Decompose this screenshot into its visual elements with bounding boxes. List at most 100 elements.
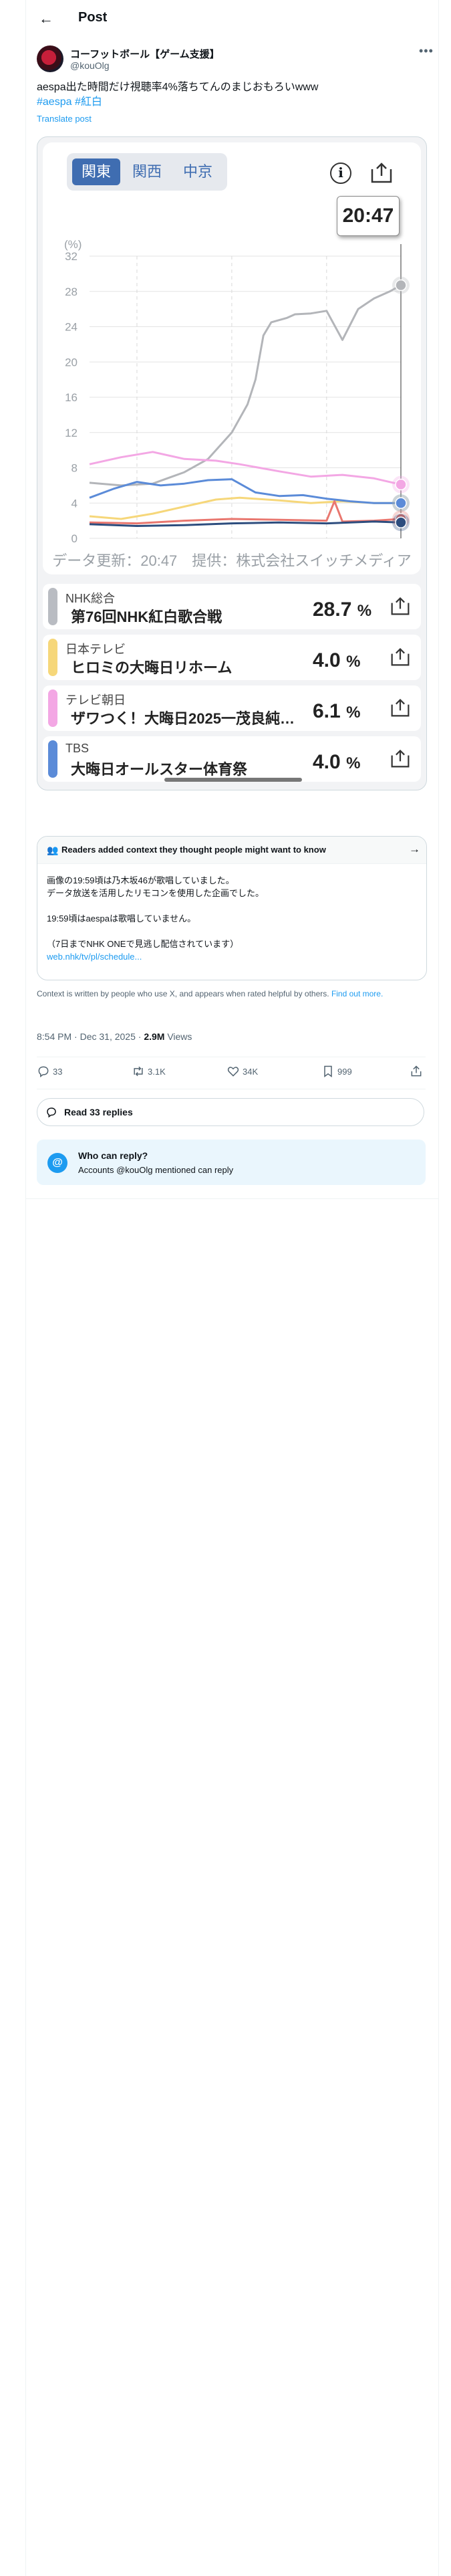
retweet-count: 3.1K xyxy=(148,1066,166,1077)
tab-chukyo[interactable]: 中京 xyxy=(174,158,222,185)
rating-number: 28.7 xyxy=(313,599,352,621)
like-count: 34K xyxy=(243,1066,259,1077)
chart-card: 関東 関西 中京 i 048121620242832(%)18:0019:002… xyxy=(43,142,421,574)
note-header[interactable]: 👥 Readers added context they thought peo… xyxy=(37,837,426,864)
rating-unit: % xyxy=(346,704,361,722)
program-row[interactable]: 日本テレビ ヒロミの大晦日リホーム 4.0 % xyxy=(43,635,421,680)
channel-name: 日本テレビ xyxy=(65,643,126,656)
share-icon[interactable] xyxy=(390,697,410,718)
y-tick-label: 20 xyxy=(65,356,78,368)
chat-bubble-icon xyxy=(45,1106,57,1121)
who-can-reply-subtitle: Accounts @kouOlg mentioned can reply xyxy=(78,1165,234,1175)
share-icon[interactable] xyxy=(370,161,393,184)
post-meta: 8:54 PM · Dec 31, 2025 · 2.9M Views xyxy=(37,1031,192,1042)
share-icon[interactable] xyxy=(390,748,410,768)
tweet-body: aespa出た時間だけ視聴率4%落ちてんのまじおもろいwww xyxy=(37,82,319,93)
share-icon[interactable] xyxy=(390,647,410,667)
channel-color-bar xyxy=(48,740,57,778)
series-line xyxy=(89,478,401,504)
reply-count: 33 xyxy=(53,1066,63,1077)
share-icon[interactable] xyxy=(390,596,410,616)
data-credit: データ更新：20:47 提供：株式会社スイッチメディア xyxy=(52,552,412,569)
y-tick-label: 0 xyxy=(71,532,78,544)
series-end-marker xyxy=(395,478,407,491)
translate-link[interactable]: Translate post xyxy=(37,114,92,124)
author-name[interactable]: コーフットボール【ゲーム支援】 xyxy=(70,47,220,61)
time-badge: 20:47 xyxy=(337,196,400,236)
channel-color-bar xyxy=(48,689,57,727)
y-axis-label: (%) xyxy=(64,238,82,251)
avatar[interactable] xyxy=(37,45,63,72)
series-end-marker xyxy=(395,279,407,292)
program-row[interactable]: NHK総合 第76回NHK紅白歌合戦 28.7 % xyxy=(43,584,421,629)
series-line xyxy=(89,500,402,525)
bookmark-count: 999 xyxy=(337,1066,352,1077)
rating-number: 4.0 xyxy=(313,649,341,671)
reply-button[interactable]: 33 xyxy=(37,1065,62,1078)
share-icon xyxy=(411,1065,422,1077)
retweet-icon xyxy=(134,1066,143,1077)
people-icon: 👥 xyxy=(47,845,59,855)
series-line xyxy=(89,451,402,486)
rating-value: 4.0 % xyxy=(313,751,360,774)
tweet-text: aespa出た時間だけ視聴率4%落ちてんのまじおもろいwww #aespa #紅… xyxy=(37,80,424,110)
community-note: 👥 Readers added context they thought peo… xyxy=(37,836,427,980)
tab-kansai[interactable]: 関西 xyxy=(123,158,171,185)
share-button[interactable] xyxy=(410,1065,423,1078)
tab-kanto[interactable]: 関東 xyxy=(72,158,120,185)
rating-value: 4.0 % xyxy=(313,649,360,672)
who-can-reply-banner: @ Who can reply? Accounts @kouOlg mentio… xyxy=(37,1140,426,1185)
note-link[interactable]: web.nhk/tv/pl/schedule... xyxy=(47,950,421,963)
find-out-more-link[interactable]: Find out more. xyxy=(331,989,383,998)
action-bar: 33 3.1K 34K 999 xyxy=(37,1065,426,1081)
note-line: 19:59頃はaespaは歌唱していません。 xyxy=(47,914,196,924)
hashtag-link[interactable]: #紅白 xyxy=(75,96,102,108)
channel-name: NHK総合 xyxy=(65,592,116,605)
bookmark-button[interactable]: 999 xyxy=(321,1065,352,1078)
like-button[interactable]: 34K xyxy=(227,1065,258,1078)
y-tick-label: 32 xyxy=(65,250,78,263)
info-circle-icon[interactable]: i xyxy=(330,163,351,184)
rating-number: 6.1 xyxy=(313,700,341,722)
divider xyxy=(26,1198,438,1199)
ratings-line-chart: 048121620242832(%)18:0019:0020:00 xyxy=(64,238,410,544)
program-title: 大晦日オールスター体育祭 xyxy=(71,761,248,778)
program-title: ヒロミの大晦日リホーム xyxy=(71,659,233,676)
timeline-column: ← Post コーフットボール【ゲーム支援】 @kouOlg ••• aespa… xyxy=(25,0,439,2576)
channel-name: TBS xyxy=(65,742,90,755)
scrollbar[interactable] xyxy=(164,778,302,782)
note-disclaimer: Context is written by people who use X, … xyxy=(37,988,426,999)
arrow-left-icon[interactable]: ← xyxy=(37,9,55,28)
note-line xyxy=(47,925,421,938)
y-tick-label: 12 xyxy=(65,427,78,439)
hashtag-link[interactable]: #aespa xyxy=(37,96,72,108)
view-count: 2.9M xyxy=(144,1031,165,1042)
program-row[interactable]: テレビ朝日 ザワつく！大晦日2025一茂良純ちゃん 6.1 % xyxy=(43,685,421,731)
series-end-marker xyxy=(395,516,407,529)
author-handle[interactable]: @kouOlg xyxy=(70,60,110,71)
media-image[interactable]: 関東 関西 中京 i 048121620242832(%)18:0019:002… xyxy=(37,136,427,790)
heart-icon xyxy=(227,1067,239,1077)
note-line: 画像の19:59頃は乃木坂46が歌唱していました。 xyxy=(47,875,235,885)
channel-name: テレビ朝日 xyxy=(65,693,126,707)
note-line: （7日までNHK ONEで見逃し配信されています） xyxy=(47,939,239,949)
views-label: Views xyxy=(164,1031,192,1042)
program-title: 第76回NHK紅白歌合戦 xyxy=(71,609,222,625)
rating-value: 28.7 % xyxy=(313,599,371,621)
note-title: Readers added context they thought peopl… xyxy=(61,845,326,855)
retweet-button[interactable]: 3.1K xyxy=(132,1065,166,1078)
more-horizontal-icon[interactable]: ••• xyxy=(419,44,434,58)
read-replies-button[interactable]: Read 33 replies xyxy=(37,1098,424,1126)
page-title: Post xyxy=(78,10,108,25)
y-tick-label: 28 xyxy=(65,286,78,298)
reply-icon xyxy=(38,1066,49,1077)
bookmark-icon xyxy=(324,1065,332,1077)
arrow-right-icon[interactable]: → xyxy=(409,843,420,856)
rating-unit: % xyxy=(346,653,361,671)
program-row[interactable]: TBS 大晦日オールスター体育祭 4.0 % xyxy=(43,736,421,782)
series-end-marker xyxy=(395,497,407,509)
y-tick-label: 16 xyxy=(65,391,78,404)
program-title: ザワつく！大晦日2025一茂良純ちゃん xyxy=(71,710,298,727)
post-timestamp[interactable]: 8:54 PM · Dec 31, 2025 · xyxy=(37,1031,144,1042)
y-tick-label: 4 xyxy=(71,497,78,510)
